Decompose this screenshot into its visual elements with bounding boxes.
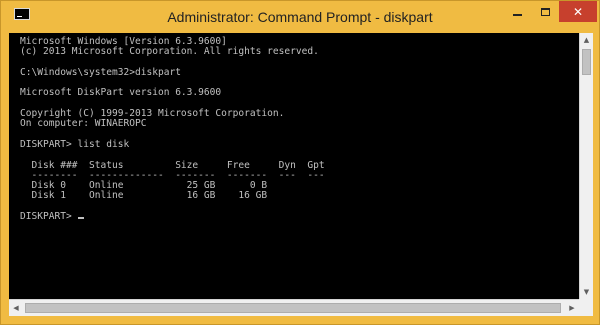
text-cursor — [78, 217, 85, 220]
horizontal-scroll-thumb[interactable] — [25, 303, 561, 313]
console-line: C:\Windows\system32>diskpart — [20, 66, 181, 78]
minimize-button[interactable] — [503, 1, 531, 22]
close-button[interactable]: ✕ — [559, 1, 597, 22]
console-output[interactable]: Microsoft Windows [Version 6.3.9600] (c)… — [9, 33, 579, 299]
vertical-scrollbar[interactable]: ▲ ▼ — [579, 33, 593, 299]
console-line: Disk 1 Online 16 GB 16 GB — [20, 190, 268, 202]
console-line: DISKPART> list disk — [20, 138, 130, 150]
title-bar[interactable]: Administrator: Command Prompt - diskpart… — [1, 1, 599, 33]
horizontal-scrollbar[interactable]: ◀ ▶ — [9, 299, 579, 316]
diskpart-prompt: DISKPART> — [20, 211, 78, 223]
maximize-button[interactable] — [531, 1, 559, 22]
console-line: On computer: WINAEROPC — [20, 118, 147, 130]
minimize-icon — [512, 13, 522, 16]
scroll-up-arrow-icon[interactable]: ▲ — [580, 33, 593, 47]
vertical-scroll-thumb[interactable] — [582, 49, 591, 75]
scroll-down-arrow-icon[interactable]: ▼ — [580, 285, 593, 299]
console-line: Microsoft DiskPart version 6.3.9600 — [20, 87, 222, 99]
close-icon: ✕ — [572, 4, 584, 19]
console-text: Microsoft Windows [Version 6.3.9600] (c)… — [9, 33, 579, 222]
maximize-icon — [540, 7, 550, 16]
resize-grip[interactable] — [579, 299, 593, 316]
console-lines: Microsoft Windows [Version 6.3.9600] (c)… — [20, 36, 325, 201]
console-line: (c) 2013 Microsoft Corporation. All righ… — [20, 46, 319, 58]
scroll-right-arrow-icon[interactable]: ▶ — [565, 300, 579, 316]
command-prompt-window: Administrator: Command Prompt - diskpart… — [0, 0, 600, 325]
scroll-left-arrow-icon[interactable]: ◀ — [9, 300, 23, 316]
